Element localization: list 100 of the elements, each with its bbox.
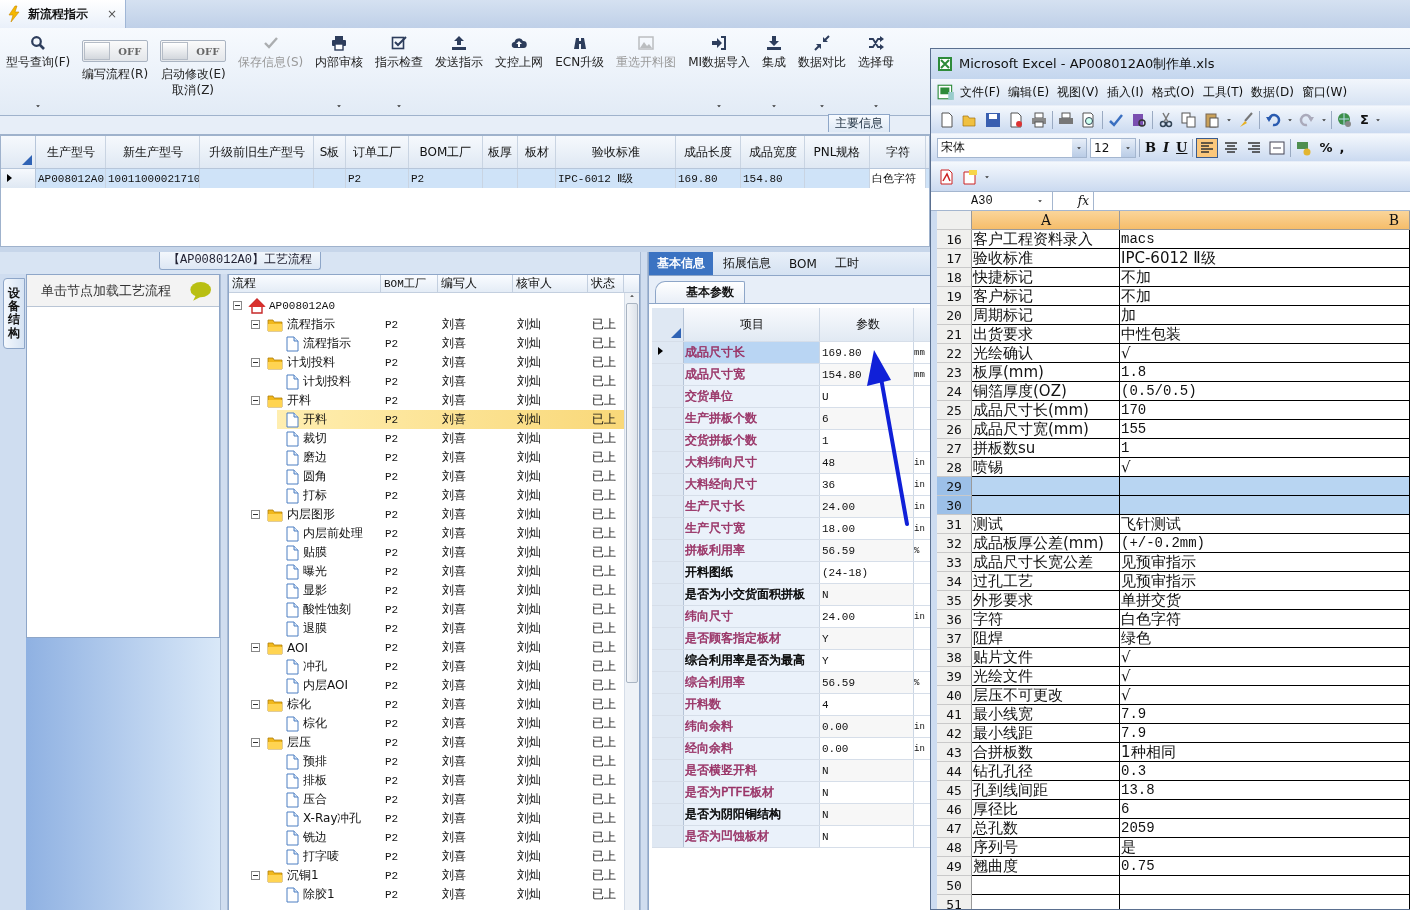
tree-row[interactable]: X-Ray冲孔 P2 刘喜 刘灿 已上 <box>229 809 624 828</box>
column-header[interactable]: 流程 <box>229 275 381 292</box>
menu-item[interactable]: 窗口(W) <box>1298 83 1351 101</box>
menu-item[interactable]: 编辑(E) <box>1005 83 1053 101</box>
toolbar-button[interactable]: 型号查询(F) <box>4 28 73 115</box>
tree-row[interactable]: 流程指示 P2 刘喜 刘灿 已上 <box>229 334 624 353</box>
toolbar-button[interactable]: 指示检查 <box>373 28 426 115</box>
font-field[interactable]: 宋体 <box>937 137 1087 158</box>
column-header[interactable]: 成品宽度 <box>741 136 805 168</box>
tree-row[interactable]: 预排 P2 刘喜 刘灿 已上 <box>229 752 624 771</box>
collapse-icon[interactable] <box>251 396 260 405</box>
align-button[interactable] <box>1196 137 1219 158</box>
tree-row[interactable]: 内层前处理 P2 刘喜 刘灿 已上 <box>229 524 624 543</box>
column-header[interactable]: 新生产型号 <box>106 136 200 168</box>
tree-row[interactable]: 退膜 P2 刘喜 刘灿 已上 <box>229 619 624 638</box>
row-header[interactable] <box>652 342 684 363</box>
row-header[interactable]: 51 <box>937 895 972 909</box>
column-header[interactable]: 升级前旧生产型号 <box>200 136 314 168</box>
tree-row[interactable]: AP008012A0 <box>229 296 624 315</box>
tree-row[interactable]: 磨边 P2 刘喜 刘灿 已上 <box>229 448 624 467</box>
table-row[interactable]: AP008012A0 10011000021710 P2 P2 IPC-6012 Ⅱ级 169.80 154.80 白色字符 <box>1 169 929 188</box>
toolbar-button[interactable]: MI数据导入 <box>686 28 753 115</box>
row-header[interactable]: 29 <box>937 477 972 496</box>
column-header[interactable]: 生产型号 <box>36 136 106 168</box>
tree-row[interactable]: 打标 P2 刘喜 刘灿 已上 <box>229 486 624 505</box>
column-header[interactable]: 参数 <box>820 308 914 341</box>
row-header[interactable]: 27 <box>937 439 972 458</box>
collapse-icon[interactable] <box>251 358 260 367</box>
tree-row[interactable]: 棕化 P2 刘喜 刘灿 已上 <box>229 695 624 714</box>
column-header[interactable]: B <box>1120 211 1410 230</box>
row-header[interactable]: 39 <box>937 667 972 686</box>
column-header[interactable]: A <box>972 211 1120 230</box>
row-header[interactable]: 42 <box>937 724 972 743</box>
column-header[interactable]: BOM工厂 <box>409 136 483 168</box>
collapse-icon[interactable] <box>251 510 260 519</box>
column-header[interactable]: 字符 <box>870 136 926 168</box>
toolbar-button[interactable]: 发送指示 <box>433 28 486 115</box>
close-button[interactable]: × <box>106 7 117 21</box>
toggle-switch[interactable]: OFF <box>82 40 149 62</box>
row-header[interactable]: 28 <box>937 458 972 477</box>
sum-button[interactable]: Σ <box>1358 111 1371 128</box>
row-header[interactable]: 34 <box>937 572 972 591</box>
side-tab[interactable]: 设备结构 <box>3 278 25 349</box>
menu-item[interactable]: 数据(D) <box>1248 83 1297 101</box>
tree-row[interactable]: 铣边 P2 刘喜 刘灿 已上 <box>229 828 624 847</box>
tree-row[interactable]: 内层AOI P2 刘喜 刘灿 已上 <box>229 676 624 695</box>
scrollbar[interactable] <box>624 293 639 910</box>
format-button[interactable]: % <box>1317 139 1335 156</box>
row-header[interactable]: 22 <box>937 344 972 363</box>
collapse-icon[interactable] <box>251 871 260 880</box>
tree-row[interactable]: 裁切 P2 刘喜 刘灿 已上 <box>229 429 624 448</box>
tree-row[interactable]: 除胶1 P2 刘喜 刘灿 已上 <box>229 885 624 904</box>
tree-row[interactable]: 沉铜1 P2 刘喜 刘灿 已上 <box>229 866 624 885</box>
name-box[interactable]: A30 <box>931 192 1053 210</box>
format-button[interactable]: U <box>1174 139 1190 156</box>
row-header[interactable]: 41 <box>937 705 972 724</box>
tree-row[interactable]: 计划投料 P2 刘喜 刘灿 已上 <box>229 372 624 391</box>
row-header[interactable]: 17 <box>937 249 972 268</box>
format-button[interactable]: I <box>1161 139 1172 156</box>
function-button[interactable]: fx <box>1053 192 1093 210</box>
row-header[interactable]: 30 <box>937 496 972 515</box>
column-header[interactable]: 核审人 <box>513 275 588 292</box>
tree-row[interactable]: 曝光 P2 刘喜 刘灿 已上 <box>229 562 624 581</box>
tree-row[interactable]: 显影 P2 刘喜 刘灿 已上 <box>229 581 624 600</box>
column-header[interactable]: 板材 <box>518 136 556 168</box>
menu-item[interactable]: 工具(T) <box>1199 83 1247 101</box>
row-header[interactable]: 36 <box>937 610 972 629</box>
row-header[interactable]: 20 <box>937 306 972 325</box>
tab[interactable]: BOM <box>781 252 825 275</box>
document-tab[interactable]: 新流程指示 × <box>0 0 126 28</box>
column-header[interactable]: 验收标准 <box>556 136 676 168</box>
row-header[interactable]: 40 <box>937 686 972 705</box>
row-header[interactable]: 43 <box>937 743 972 762</box>
tree-row[interactable]: 圆角 P2 刘喜 刘灿 已上 <box>229 467 624 486</box>
tree-row[interactable]: 流程指示 P2 刘喜 刘灿 已上 <box>229 315 624 334</box>
toolbar-button[interactable]: 集成 <box>760 28 789 115</box>
row-header[interactable]: 45 <box>937 781 972 800</box>
row-header[interactable]: 48 <box>937 838 972 857</box>
collapse-icon[interactable] <box>251 738 260 747</box>
font-size-field[interactable]: 12 <box>1090 137 1136 158</box>
toolbar-button[interactable]: 数据对比 <box>796 28 849 115</box>
row-header[interactable]: 37 <box>937 629 972 648</box>
row-header[interactable]: 49 <box>937 857 972 876</box>
collapse-icon[interactable] <box>251 643 260 652</box>
tree-row[interactable]: 冲孔 P2 刘喜 刘灿 已上 <box>229 657 624 676</box>
tab[interactable]: 基本信息 <box>649 252 713 275</box>
tree-row[interactable]: AOI P2 刘喜 刘灿 已上 <box>229 638 624 657</box>
column-header[interactable]: 订单工厂 <box>346 136 409 168</box>
menu-item[interactable]: 格式(O) <box>1148 83 1198 101</box>
column-header[interactable]: 板厚 <box>483 136 518 168</box>
menu-item[interactable]: 插入(I) <box>1103 83 1147 101</box>
column-header[interactable]: PNL规格 <box>805 136 870 168</box>
row-header[interactable]: 26 <box>937 420 972 439</box>
row-header[interactable]: 50 <box>937 876 972 895</box>
tree-row[interactable]: 排板 P2 刘喜 刘灿 已上 <box>229 771 624 790</box>
column-header[interactable]: 成品长度 <box>676 136 741 168</box>
row-header[interactable]: 35 <box>937 591 972 610</box>
toolbar-button[interactable]: 内部审核 <box>313 28 366 115</box>
row-header[interactable]: 44 <box>937 762 972 781</box>
toolbar-button[interactable]: 文控上网 <box>493 28 546 115</box>
